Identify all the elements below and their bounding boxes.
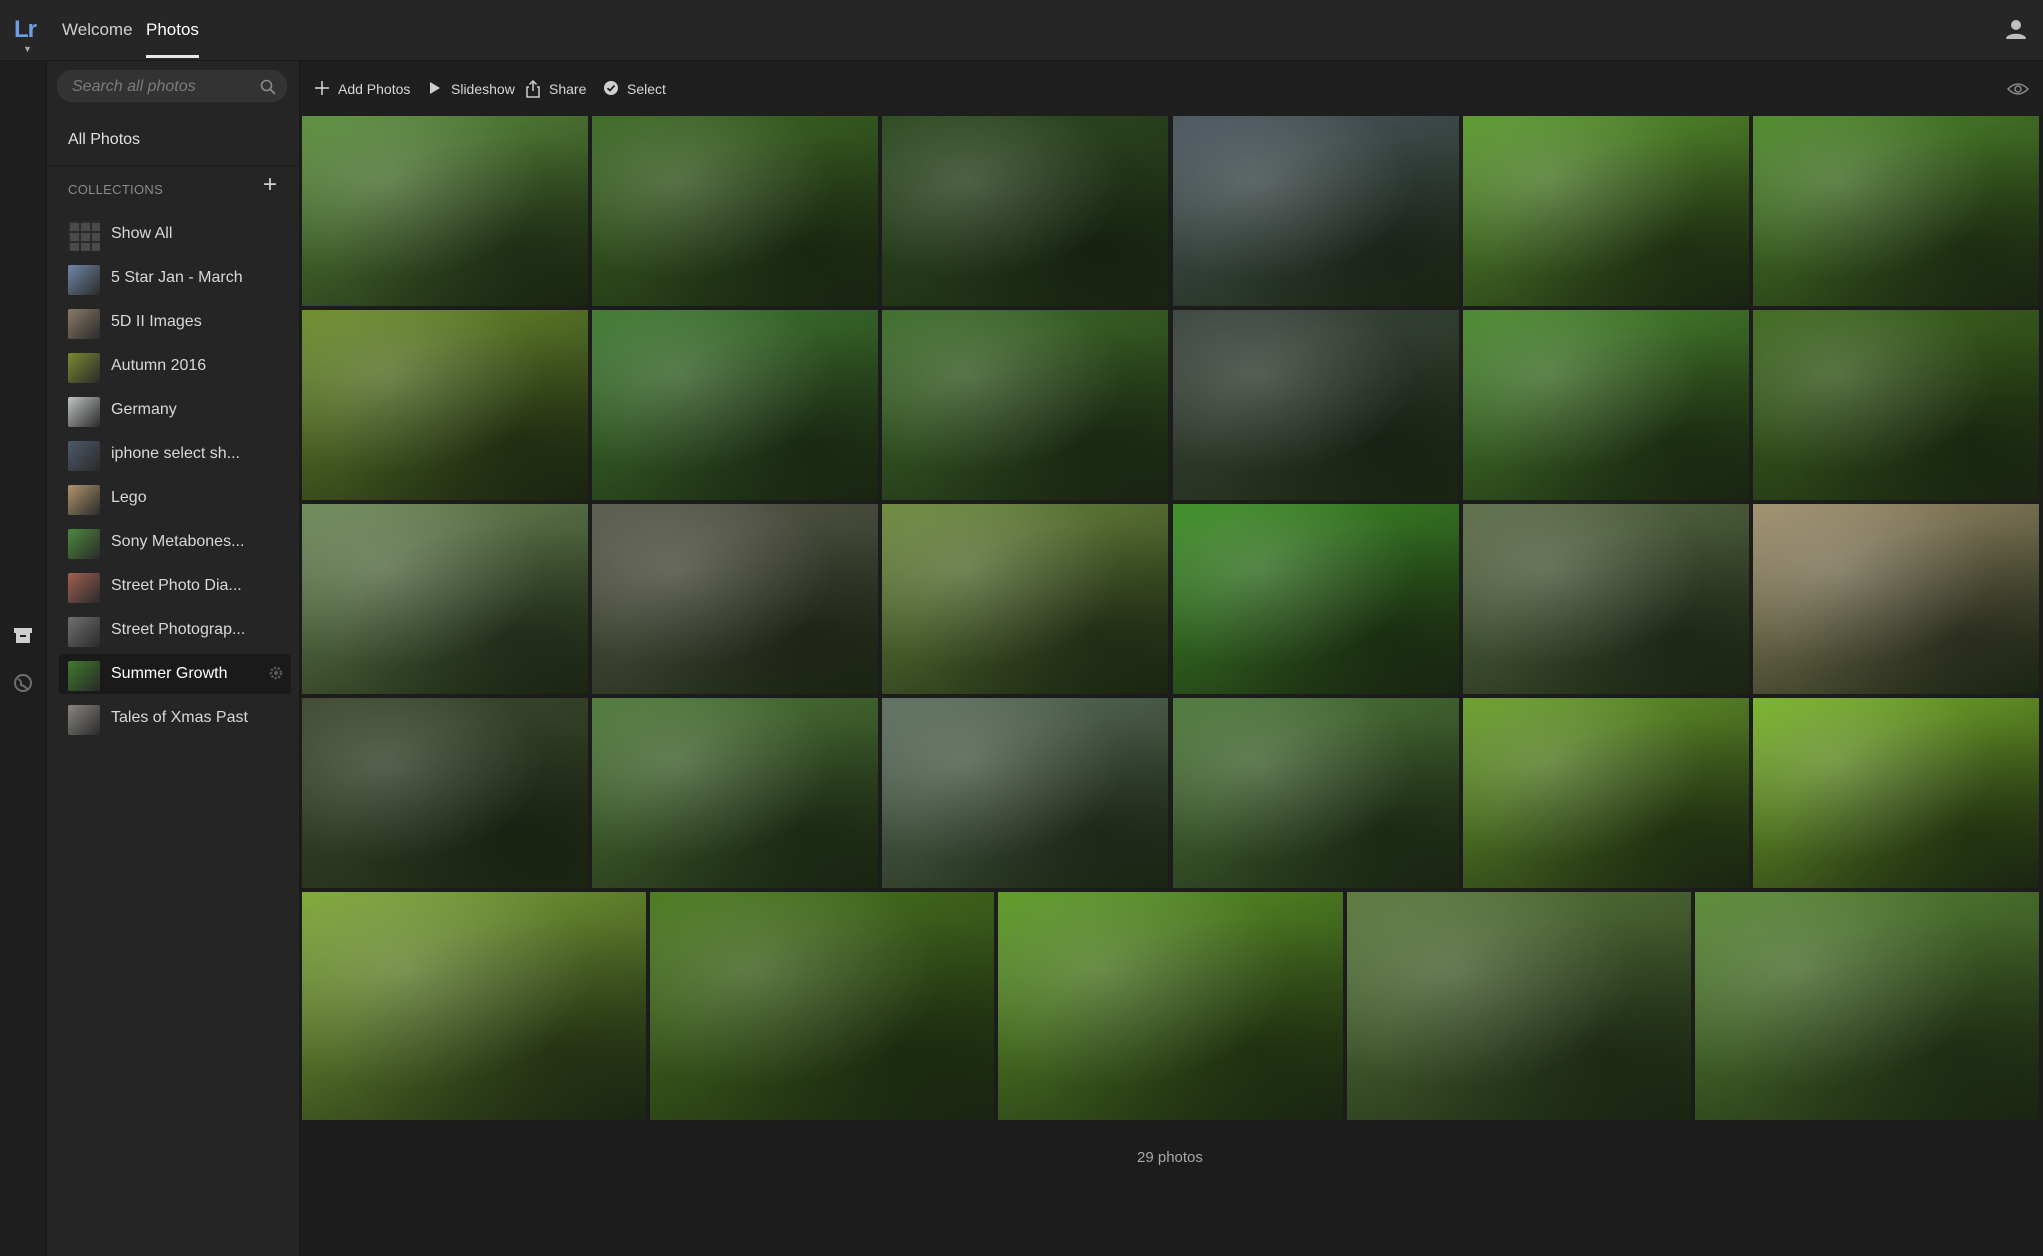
photo-thumbnail[interactable] — [882, 504, 1169, 694]
collection-item[interactable]: Autumn 2016 — [59, 346, 291, 386]
photo-thumbnail[interactable] — [302, 504, 589, 694]
collections-heading: COLLECTIONS — [68, 182, 164, 197]
collection-thumbnail — [68, 529, 100, 559]
logo-text: Lr — [14, 16, 37, 43]
photo-thumbnail[interactable] — [592, 698, 879, 888]
search-icon[interactable] — [260, 79, 276, 95]
left-rail — [0, 61, 47, 1256]
sidebar: All Photos COLLECTIONS + Show All 5 Star … — [47, 61, 300, 1256]
photo-thumbnail[interactable] — [882, 698, 1169, 888]
collection-thumbnail — [68, 309, 100, 339]
collection-name: Summer Growth — [111, 665, 228, 682]
eye-icon[interactable] — [2007, 81, 2029, 97]
tab-welcome[interactable]: Welcome — [62, 20, 133, 40]
photo-thumbnail[interactable] — [302, 310, 589, 500]
photo-thumbnail[interactable] — [302, 116, 589, 306]
collection-name: iphone select sh... — [111, 445, 240, 462]
slideshow-label: Slideshow — [451, 81, 515, 97]
collection-name: Tales of Xmas Past — [111, 709, 248, 726]
photo-thumbnail[interactable] — [302, 698, 589, 888]
collection-thumbnail — [68, 353, 100, 383]
photo-thumbnail[interactable] — [1462, 116, 1749, 306]
photo-thumbnail[interactable] — [1172, 116, 1459, 306]
collection-thumbnail — [68, 441, 100, 471]
photo-thumbnail[interactable] — [1462, 504, 1749, 694]
lightroom-logo[interactable]: Lr ▼ — [14, 16, 42, 54]
collection-item[interactable]: Show All — [59, 214, 291, 254]
photo-thumbnail[interactable] — [592, 504, 879, 694]
photo-thumbnail[interactable] — [592, 310, 879, 500]
collection-item[interactable]: Sony Metabones... — [59, 522, 291, 562]
collection-name: Germany — [111, 401, 177, 418]
photo-thumbnail[interactable] — [1346, 892, 1691, 1120]
collection-thumbnail — [68, 661, 100, 691]
collection-thumbnail — [68, 485, 100, 515]
photo-thumbnail[interactable] — [1752, 116, 2039, 306]
collection-thumbnail — [68, 617, 100, 647]
collection-item[interactable]: Summer Growth — [59, 654, 291, 694]
search-box[interactable] — [57, 70, 287, 103]
collection-name: Street Photograp... — [111, 621, 246, 638]
photo-thumbnail[interactable] — [1172, 310, 1459, 500]
collection-name: Autumn 2016 — [111, 357, 207, 374]
photo-thumbnail[interactable] — [882, 310, 1169, 500]
all-photos-link[interactable]: All Photos — [68, 131, 140, 149]
photo-thumbnail[interactable] — [1172, 698, 1459, 888]
photo-thumbnail[interactable] — [1462, 310, 1749, 500]
collection-item[interactable]: 5D II Images — [59, 302, 291, 342]
select-label: Select — [627, 81, 666, 97]
photo-thumbnail[interactable] — [1172, 504, 1459, 694]
collection-name: 5 Star Jan - March — [111, 269, 243, 286]
collection-name: 5D II Images — [111, 313, 202, 330]
photo-thumbnail[interactable] — [650, 892, 995, 1120]
collection-item[interactable]: Street Photo Dia... — [59, 566, 291, 606]
add-photos-label: Add Photos — [338, 81, 411, 97]
divider — [47, 165, 299, 166]
photo-count: 29 photos — [1137, 1149, 1203, 1166]
chevron-down-icon[interactable]: ▼ — [23, 44, 32, 54]
photo-thumbnail[interactable] — [1752, 698, 2039, 888]
gear-icon[interactable] — [269, 666, 283, 680]
toolbar: Add Photos Slideshow Share Select — [300, 61, 2043, 115]
collection-thumbnail — [68, 221, 100, 251]
add-collection-button[interactable]: + — [263, 173, 277, 197]
collection-thumbnail — [68, 705, 100, 735]
tab-photos[interactable]: Photos — [146, 20, 199, 58]
user-icon[interactable] — [2005, 18, 2027, 40]
archive-icon[interactable] — [13, 625, 33, 645]
photo-thumbnail[interactable] — [1752, 504, 2039, 694]
plus-icon — [315, 81, 329, 95]
share-label: Share — [549, 81, 587, 97]
share-icon — [526, 80, 540, 98]
search-input[interactable] — [70, 71, 254, 103]
collection-item[interactable]: 5 Star Jan - March — [59, 258, 291, 298]
collection-item[interactable]: Street Photograp... — [59, 610, 291, 650]
globe-icon[interactable] — [13, 673, 33, 693]
photo-thumbnail[interactable] — [1462, 698, 1749, 888]
collection-item[interactable]: Tales of Xmas Past — [59, 698, 291, 738]
collection-name: Show All — [111, 225, 173, 242]
collection-name: Lego — [111, 489, 147, 506]
collection-name: Sony Metabones... — [111, 533, 245, 550]
checkmark-circle-icon — [604, 81, 618, 95]
collection-item[interactable]: Lego — [59, 478, 291, 518]
collection-item[interactable]: iphone select sh... — [59, 434, 291, 474]
play-icon — [430, 82, 440, 94]
photo-thumbnail[interactable] — [998, 892, 1343, 1120]
collection-name: Street Photo Dia... — [111, 577, 242, 594]
photo-thumbnail[interactable] — [1752, 310, 2039, 500]
photo-thumbnail[interactable] — [592, 116, 879, 306]
collection-thumbnail — [68, 573, 100, 603]
collection-item[interactable]: Germany — [59, 390, 291, 430]
photo-thumbnail[interactable] — [1694, 892, 2039, 1120]
photo-thumbnail[interactable] — [302, 892, 647, 1120]
collection-thumbnail — [68, 265, 100, 295]
top-bar: Lr ▼ Welcome Photos — [0, 0, 2043, 61]
photo-thumbnail[interactable] — [882, 116, 1169, 306]
collection-thumbnail — [68, 397, 100, 427]
